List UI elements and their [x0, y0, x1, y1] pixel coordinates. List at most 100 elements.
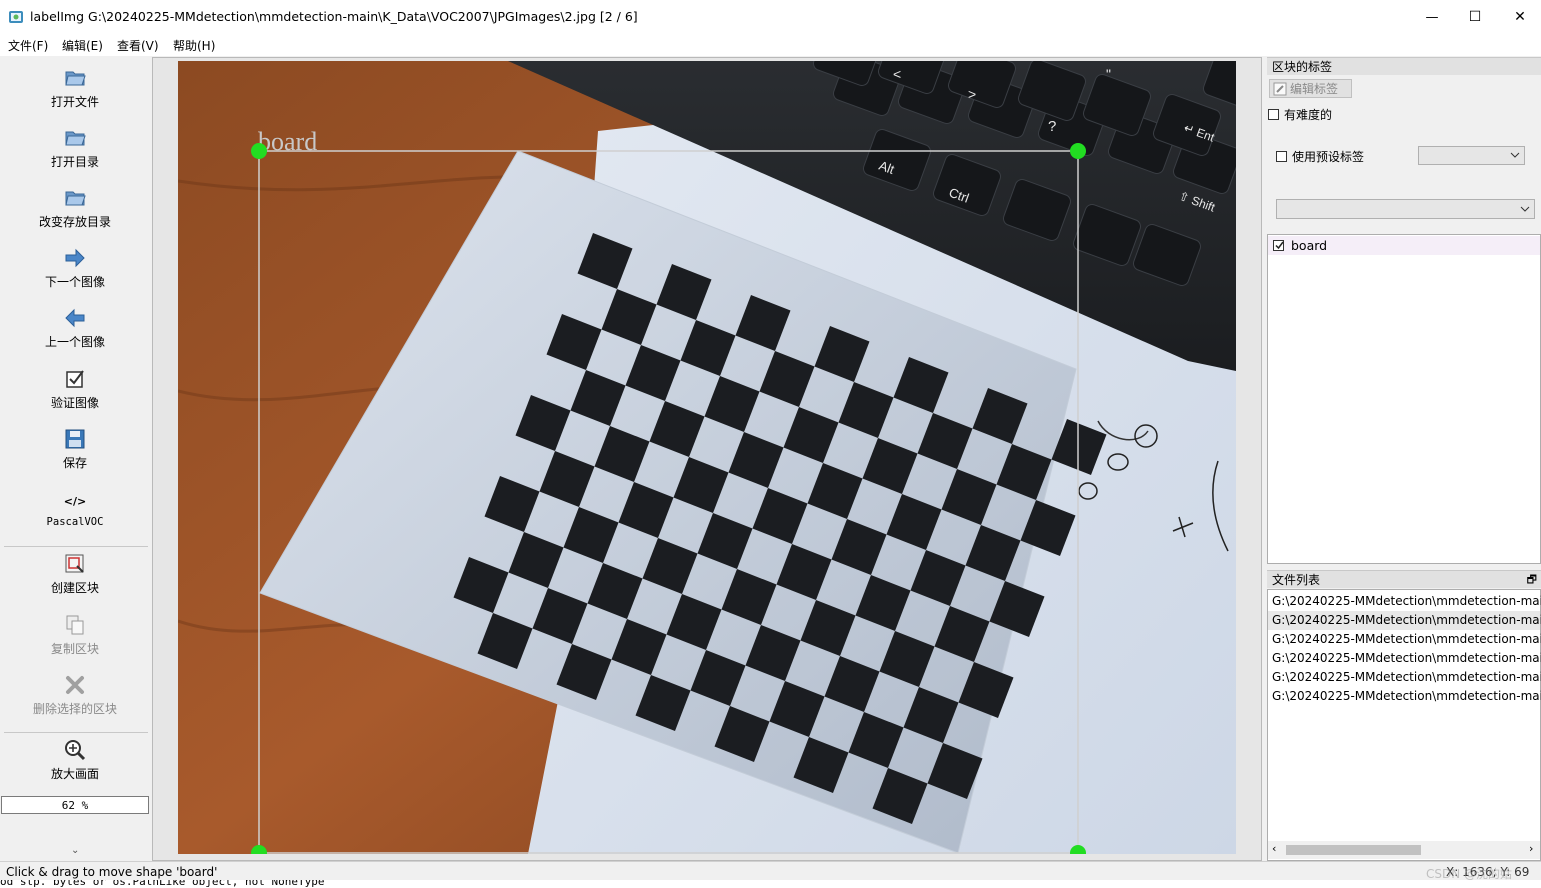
difficult-checkbox-box[interactable]: [1268, 109, 1279, 120]
duplicate-box-label: 复制区块: [50, 642, 99, 656]
change-save-dir-button[interactable]: 改变存放目录: [0, 185, 150, 230]
status-message: Click & drag to move shape 'board': [6, 865, 218, 879]
open-file-button[interactable]: 打开文件: [0, 65, 150, 110]
title-bar: labelImg G:\20240225-MMdetection\mmdetec…: [0, 0, 1541, 34]
minimize-button[interactable]: —: [1409, 0, 1455, 34]
create-box-button[interactable]: 创建区块: [0, 551, 150, 596]
difficult-checkbox[interactable]: 有难度的: [1268, 106, 1332, 123]
save-button[interactable]: 保存: [0, 426, 150, 471]
checkmark-icon: [1275, 241, 1284, 250]
console-output: od stp. bytes or os.PathLike object, not…: [0, 880, 1541, 888]
labels-dock-title: 区块的标签: [1267, 57, 1541, 75]
zoom-in-button[interactable]: 放大画面: [0, 737, 150, 782]
scroll-left-icon[interactable]: ‹: [1272, 842, 1276, 855]
menu-edit[interactable]: 编辑(E): [62, 37, 103, 54]
box-handle-top-left[interactable]: [251, 143, 267, 159]
scrollbar-thumb[interactable]: [1286, 845, 1421, 855]
toolbar-separator: [4, 546, 148, 547]
prev-image-button[interactable]: 上一个图像: [0, 305, 150, 350]
edit-label-button[interactable]: 编辑标签: [1269, 79, 1352, 98]
menu-bar: 文件(F) 编辑(E) 查看(V) 帮助(H): [0, 34, 1541, 56]
default-label-combo[interactable]: [1418, 146, 1525, 165]
folder-open-icon: [62, 185, 88, 211]
label-visibility-checkbox[interactable]: [1273, 240, 1284, 251]
zoom-in-icon: [62, 737, 88, 763]
open-dir-button[interactable]: 打开目录: [0, 125, 150, 170]
copy-icon: [62, 612, 88, 638]
key-period-label: >: [968, 86, 976, 102]
key-quote-label: ": [1106, 66, 1111, 82]
floppy-disk-icon: [62, 426, 88, 452]
maximize-button[interactable]: ☐: [1452, 0, 1498, 34]
edit-label-text: 编辑标签: [1290, 82, 1339, 96]
labelimg-app-icon: [9, 11, 23, 23]
delete-box-label: 删除选择的区块: [32, 702, 117, 716]
open-file-label: 打开文件: [50, 95, 99, 109]
scroll-right-icon[interactable]: ›: [1529, 842, 1533, 855]
dock-float-icon[interactable]: 🗗: [1527, 571, 1537, 589]
file-list-item[interactable]: G:\20240225-MMdetection\mmdetection-main: [1272, 668, 1541, 687]
annotated-photo: Alt Ctrl ⇧ Shift ↵ Ent ? < > " board: [178, 61, 1236, 854]
file-list-item[interactable]: G:\20240225-MMdetection\mmdetection-main: [1272, 630, 1541, 649]
minimize-icon: —: [1425, 9, 1439, 25]
change-save-dir-label: 改变存放目录: [38, 215, 111, 229]
close-icon: ✕: [1514, 9, 1526, 25]
create-rect-icon: [62, 551, 88, 577]
verify-image-label: 验证图像: [50, 396, 99, 410]
next-image-label: 下一个图像: [44, 275, 105, 289]
folder-open-icon: [62, 65, 88, 91]
box-handle-top-right[interactable]: [1070, 143, 1086, 159]
close-button[interactable]: ✕: [1497, 0, 1541, 34]
duplicate-box-button[interactable]: 复制区块: [0, 612, 150, 657]
checkbox-icon: [62, 366, 88, 392]
toolbar-more-icon[interactable]: ⌄: [71, 845, 79, 856]
status-bar: Click & drag to move shape 'board' X: 16…: [0, 861, 1541, 882]
menu-view[interactable]: 查看(V): [117, 37, 159, 54]
use-default-label-checkbox[interactable]: 使用预设标签: [1276, 148, 1364, 165]
label-list-item[interactable]: board: [1268, 236, 1540, 255]
edit-pencil-icon: [1273, 82, 1287, 95]
file-list-dock-title: 文件列表 🗗: [1267, 570, 1541, 588]
label-list[interactable]: board: [1267, 234, 1541, 564]
file-list-item[interactable]: G:\20240225-MMdetection\mmdetection-main: [1272, 649, 1541, 668]
image-canvas[interactable]: Alt Ctrl ⇧ Shift ↵ Ent ? < > " board: [178, 61, 1236, 854]
label-filter-combo[interactable]: [1276, 199, 1535, 219]
file-list-item-selected[interactable]: G:\20240225-MMdetection\mmdetection-main: [1272, 611, 1541, 630]
use-default-label-text: 使用预设标签: [1292, 150, 1365, 164]
format-label: PascalVOC: [46, 516, 104, 528]
window-title: labelImg G:\20240225-MMdetection\mmdetec…: [30, 9, 638, 24]
tool-bar: 打开文件 打开目录 改变存放目录 下一个图像 上一个图像 验证图像 保存 </>…: [0, 57, 150, 861]
file-list-item[interactable]: G:\20240225-MMdetection\mmdetection-main: [1272, 592, 1541, 611]
chevron-down-icon: [1510, 152, 1520, 158]
zoom-spinbox[interactable]: 62 %: [1, 796, 149, 814]
arrow-right-icon: [62, 245, 88, 271]
menu-file[interactable]: 文件(F): [8, 37, 48, 54]
delete-x-icon: [62, 672, 88, 698]
label-list-item-text: board: [1291, 238, 1328, 253]
maximize-icon: ☐: [1468, 9, 1482, 25]
console-text: od stp. bytes or os.PathLike object, not…: [0, 880, 325, 888]
chevron-down-icon: [1520, 206, 1530, 212]
file-list[interactable]: G:\20240225-MMdetection\mmdetection-main…: [1267, 589, 1541, 861]
arrow-left-icon: [62, 305, 88, 331]
key-question-label: ?: [1048, 118, 1056, 135]
key-comma-label: <: [893, 66, 901, 82]
file-list-item[interactable]: G:\20240225-MMdetection\mmdetection-main: [1272, 687, 1541, 706]
zoom-in-label: 放大画面: [50, 767, 99, 781]
create-box-label: 创建区块: [50, 581, 99, 595]
delete-box-button[interactable]: 删除选择的区块: [0, 672, 150, 717]
code-icon: </>: [63, 494, 87, 508]
file-list-scrollbar[interactable]: ‹ ›: [1268, 841, 1540, 859]
open-dir-label: 打开目录: [50, 155, 99, 169]
file-list-title-text: 文件列表: [1272, 573, 1321, 587]
format-toggle-button[interactable]: </> PascalVOC: [0, 488, 150, 529]
toolbar-separator: [4, 732, 148, 733]
menu-help[interactable]: 帮助(H): [173, 37, 215, 54]
folder-open-icon: [62, 125, 88, 151]
verify-image-button[interactable]: 验证图像: [0, 366, 150, 411]
difficult-checkbox-label: 有难度的: [1284, 108, 1333, 122]
use-default-label-box[interactable]: [1276, 151, 1287, 162]
save-label: 保存: [62, 456, 87, 470]
next-image-button[interactable]: 下一个图像: [0, 245, 150, 290]
prev-image-label: 上一个图像: [44, 335, 105, 349]
